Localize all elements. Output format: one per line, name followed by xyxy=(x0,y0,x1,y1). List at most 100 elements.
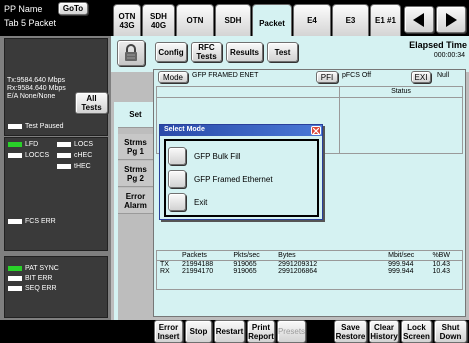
locs-label: LOCS xyxy=(74,141,94,148)
select-mode-dialog: Select Mode GFP Bulk Fill GFP Framed Eth… xyxy=(159,124,323,220)
padlock-icon xyxy=(125,44,137,61)
tab-sdh-40g[interactable]: SDH 40G xyxy=(142,4,175,36)
led-pat-sync xyxy=(8,265,22,271)
stats-bw: 10.43 xyxy=(432,261,450,268)
stats-dir: RX xyxy=(160,268,170,275)
stats-packets: 21994170 xyxy=(182,268,214,275)
scroll-left-button[interactable] xyxy=(404,6,434,33)
shut-down-button[interactable]: Shut Down xyxy=(434,320,467,343)
test-button[interactable]: Test xyxy=(267,42,298,62)
dialog-options: GFP Bulk Fill GFP Framed Ethernet Exit xyxy=(164,139,319,217)
stats-mbit-sec: 999.944 xyxy=(388,261,414,268)
tab-otn[interactable]: OTN xyxy=(176,4,214,36)
lock-button[interactable] xyxy=(117,40,145,66)
rate-panel: Tx:9584.640 Mbps Rx:9584.640 Mbps E/A No… xyxy=(4,38,108,136)
stats-header-packets: Packets xyxy=(179,251,231,261)
mode-option-label: GFP Bulk Fill xyxy=(194,151,241,161)
led-test-paused xyxy=(8,123,22,129)
tx-rate: Tx:9584.640 Mbps xyxy=(7,77,65,84)
mode-value: GFP FRAMED ENET xyxy=(192,72,259,79)
lock-screen-button[interactable]: Lock Screen xyxy=(401,320,432,343)
pp-name-label: PP Name xyxy=(4,4,43,14)
led-loccs xyxy=(8,152,22,158)
sidetab-set[interactable]: Set xyxy=(118,102,153,128)
restart-button[interactable]: Restart xyxy=(214,320,245,343)
triangle-left-icon xyxy=(413,12,424,27)
triangle-right-icon xyxy=(446,12,457,27)
save-restore-button[interactable]: Save Restore xyxy=(334,320,367,343)
mode-option-button[interactable] xyxy=(168,193,186,211)
table-row: RX 21994170 919065 2991206864 999.944 10… xyxy=(157,268,462,275)
loccs-label: LOCCS xyxy=(25,152,50,159)
stats-header-pkts-sec: Pkts/sec xyxy=(230,251,276,261)
led-bit-err xyxy=(8,275,22,281)
stats-header-bw: %BW xyxy=(429,251,462,261)
sidetab-error-alarm[interactable]: Error Alarm xyxy=(118,188,153,214)
seq-err-indicator: SEQ ERR xyxy=(8,285,57,292)
stats-bytes: 2991209312 xyxy=(278,261,318,268)
mode-option-label: Exit xyxy=(194,197,208,207)
pfi-button[interactable]: PFI xyxy=(316,71,338,83)
scroll-right-button[interactable] xyxy=(436,6,466,33)
lfd-label: LFD xyxy=(25,141,39,148)
mode-option-button[interactable] xyxy=(168,147,186,165)
led-fcs-err xyxy=(8,218,22,224)
presets-button[interactable]: Presets xyxy=(277,320,306,343)
null-value: Null xyxy=(437,72,450,79)
stop-button[interactable]: Stop xyxy=(185,320,212,343)
print-report-button[interactable]: Print Report xyxy=(247,320,275,343)
tab-e4[interactable]: E4 xyxy=(293,4,331,36)
bit-err-label: BIT ERR xyxy=(25,275,53,282)
stats-mbit-sec: 999.944 xyxy=(388,268,414,275)
pat-sync-label: PAT SYNC xyxy=(25,265,59,272)
pfcs-value: pFCS Off xyxy=(342,72,372,79)
goto-button[interactable]: GoTo xyxy=(58,2,88,15)
test-paused-indicator: Test Paused xyxy=(8,123,64,130)
loccs-indicator: LOCCS xyxy=(8,152,49,159)
fcs-err-label: FCS ERR xyxy=(25,218,56,225)
elapsed-time-value: 000:00:34 xyxy=(433,52,465,59)
tab-otn-43g[interactable]: OTN 43G xyxy=(113,4,141,36)
thec-indicator: tHEC xyxy=(57,163,91,170)
mode-option-gfp-bulk-fill[interactable]: GFP Bulk Fill xyxy=(166,146,317,166)
exi-button[interactable]: EXI xyxy=(411,71,431,83)
rfc-tests-button[interactable]: RFC Tests xyxy=(191,42,222,62)
tab-sdh[interactable]: SDH xyxy=(215,4,251,36)
mode-label-button[interactable]: Mode xyxy=(158,71,188,83)
led-chec xyxy=(57,152,71,158)
config-button[interactable]: Config xyxy=(155,42,187,62)
bit-err-indicator: BIT ERR xyxy=(8,275,53,282)
fcs-err-indicator: FCS ERR xyxy=(8,218,56,225)
chec-indicator: cHEC xyxy=(57,152,92,159)
sidebar: Tx:9584.640 Mbps Rx:9584.640 Mbps E/A No… xyxy=(0,36,111,320)
error-insert-button[interactable]: Error Insert xyxy=(154,320,183,343)
lfd-indicator: LFD xyxy=(8,141,38,148)
pattern-panel: PAT SYNC BIT ERR SEQ ERR xyxy=(4,256,108,318)
led-seq-err xyxy=(8,285,22,291)
sidetab-strms-pg1[interactable]: Strms Pg 1 xyxy=(118,134,153,160)
stats-dir: TX xyxy=(160,261,169,268)
led-thec xyxy=(57,163,71,169)
all-tests-button[interactable]: All Tests xyxy=(75,92,108,114)
mode-option-button[interactable] xyxy=(168,170,186,188)
mode-option-exit[interactable]: Exit xyxy=(166,192,317,212)
test-paused-label: Test Paused xyxy=(25,123,64,130)
mode-option-gfp-framed-ethernet[interactable]: GFP Framed Ethernet xyxy=(166,169,317,189)
header-panel: PP Name GoTo Tab 5 Packet xyxy=(0,0,111,36)
tab-name-label: Tab 5 Packet xyxy=(4,18,57,28)
locs-indicator: LOCS xyxy=(57,141,93,148)
stats-pkts-sec: 919065 xyxy=(233,261,257,268)
results-button[interactable]: Results xyxy=(226,42,263,62)
dialog-titlebar: Select Mode xyxy=(160,125,322,136)
rx-rate: Rx:9584.640 Mbps xyxy=(7,85,66,92)
dialog-title: Select Mode xyxy=(164,126,205,133)
sidetab-strms-pg2[interactable]: Strms Pg 2 xyxy=(118,161,153,187)
tab-e1-1[interactable]: E1 #1 xyxy=(370,4,401,36)
stats-bw: 10.43 xyxy=(432,268,450,275)
pat-sync-indicator: PAT SYNC xyxy=(8,265,59,272)
seq-err-label: SEQ ERR xyxy=(25,285,57,292)
dialog-close-button[interactable] xyxy=(311,126,321,135)
tab-e3[interactable]: E3 xyxy=(332,4,369,36)
stats-header-bytes: Bytes xyxy=(275,251,386,261)
clear-history-button[interactable]: Clear History xyxy=(369,320,399,343)
